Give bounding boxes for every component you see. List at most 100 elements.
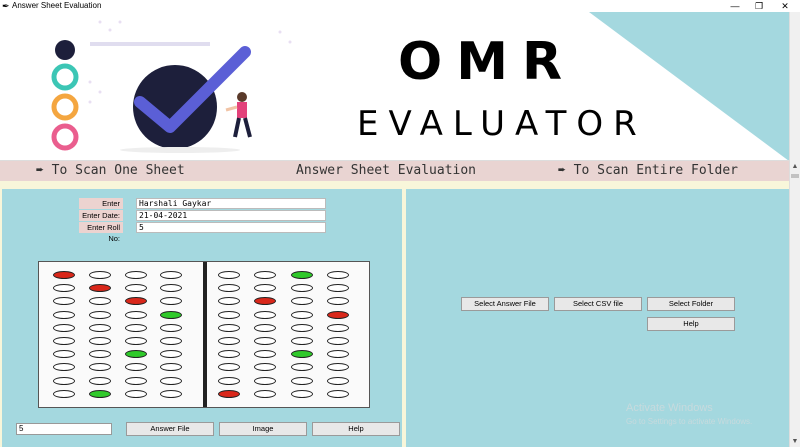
- omr-bubble-right-q4-opt1: [218, 310, 240, 319]
- omr-bubble-left-q2-opt2: [89, 284, 111, 293]
- omr-bubble-left-q10-opt4: [160, 389, 182, 398]
- omr-bubble-left-q9-opt1: [53, 376, 75, 385]
- omr-bubble-left-q3-opt1: [53, 297, 75, 306]
- omr-bubble-left-q6-opt2: [89, 337, 111, 345]
- help-button[interactable]: Help: [312, 422, 400, 436]
- watermark-line-2: Go to Settings to activate Windows.: [626, 417, 753, 426]
- omr-bubble-left-q3-opt3: [125, 297, 147, 306]
- close-button[interactable]: ✕: [774, 0, 796, 12]
- omr-bubble-left-q1-opt4: [160, 271, 182, 279]
- omr-bubble-right-q6-opt2: [254, 337, 276, 345]
- scroll-thumb[interactable]: [791, 174, 799, 178]
- omr-bubble-right-q6-opt4: [327, 337, 349, 345]
- select-csv-file-button[interactable]: Select CSV file: [554, 297, 642, 311]
- omr-bubble-right-q3-opt4: [327, 297, 349, 306]
- omr-bubble-right-q5-opt3: [291, 323, 313, 332]
- omr-bubble-right-q6-opt3: [291, 337, 313, 345]
- omr-bubble-right-q5-opt2: [254, 323, 276, 332]
- omr-bubble-right-q9-opt4: [327, 376, 349, 385]
- omr-bubble-right-q10-opt3: [291, 389, 313, 398]
- omr-bubble-right-q1-opt1: [218, 271, 240, 279]
- banner: OMR EVALUATOR: [0, 12, 789, 161]
- omr-bubble-left-q5-opt3: [125, 323, 147, 332]
- app-subtitle: EVALUATOR: [357, 104, 647, 144]
- omr-bubble-left-q3-opt2: [89, 297, 111, 306]
- answer-sheet-evaluation-heading: Answer Sheet Evaluation: [296, 163, 477, 178]
- omr-bubble-left-q8-opt4: [160, 363, 182, 372]
- omr-bubble-left-q4-opt2: [89, 310, 111, 319]
- scroll-up-arrow-icon[interactable]: ▲: [790, 162, 800, 172]
- app-feather-icon: ✒: [2, 1, 10, 11]
- omr-bubble-right-q2-opt3: [291, 284, 313, 293]
- nav-strip: ➨ To Scan One Sheet Answer Sheet Evaluat…: [0, 161, 789, 181]
- omr-bubble-right-q7-opt1: [218, 350, 240, 359]
- title-bar: ✒ Answer Sheet Evaluation — ❐ ✕: [0, 0, 800, 12]
- select-answer-file-button[interactable]: Select Answer File: [461, 297, 549, 311]
- omr-bubble-right-q10-opt2: [254, 389, 276, 398]
- checkmark-illustration: [51, 20, 292, 153]
- omr-bubble-right-q4-opt4: [327, 310, 349, 319]
- omr-bubble-right-q1-opt3: [291, 271, 313, 279]
- omr-bubble-left-q1-opt3: [125, 271, 147, 279]
- vertical-scrollbar[interactable]: ▲ ▼: [789, 12, 800, 447]
- watermark-line-1: Activate Windows: [626, 402, 713, 414]
- omr-bubble-right-q5-opt4: [327, 323, 349, 332]
- omr-bubble-left-q10-opt2: [89, 389, 111, 398]
- omr-bubble-right-q3-opt2: [254, 297, 276, 306]
- omr-bubble-right-q1-opt4: [327, 271, 349, 279]
- omr-bubble-left-q4-opt4: [160, 310, 182, 319]
- omr-bubble-right-q4-opt3: [291, 310, 313, 319]
- omr-bubble-right-q9-opt2: [254, 376, 276, 385]
- roll-no-input[interactable]: 5: [136, 222, 326, 233]
- omr-bubble-left-q7-opt2: [89, 350, 111, 359]
- omr-bubble-right-q6-opt1: [218, 337, 240, 345]
- scan-one-sheet-panel: Enter Name: Harshali Gaykar Enter Date: …: [2, 189, 402, 447]
- answer-file-button[interactable]: Answer File: [126, 422, 214, 436]
- omr-bubble-left-q8-opt3: [125, 363, 147, 372]
- minimize-button[interactable]: —: [724, 0, 746, 12]
- restore-button[interactable]: ❐: [748, 0, 770, 12]
- omr-bubble-right-q1-opt2: [254, 271, 276, 279]
- omr-bubble-right-q7-opt2: [254, 350, 276, 359]
- omr-bubble-left-q1-opt1: [53, 271, 75, 279]
- omr-bubble-left-q9-opt4: [160, 376, 182, 385]
- omr-bubble-right-q8-opt1: [218, 363, 240, 372]
- omr-bubble-right-q7-opt3: [291, 350, 313, 359]
- roll-no-label: Enter Roll No:: [79, 222, 123, 243]
- omr-bubble-left-q5-opt2: [89, 323, 111, 332]
- result-count-field[interactable]: 5: [16, 423, 112, 435]
- date-input[interactable]: 21-04-2021: [136, 210, 326, 221]
- omr-bubble-right-q10-opt4: [327, 389, 349, 398]
- omr-bubble-left-q1-opt2: [89, 271, 111, 279]
- app-title: OMR: [398, 32, 576, 92]
- omr-bubble-right-q3-opt1: [218, 297, 240, 306]
- omr-bubble-left-q5-opt4: [160, 323, 182, 332]
- right-help-button[interactable]: Help: [647, 317, 735, 331]
- image-button[interactable]: Image: [219, 422, 307, 436]
- omr-bubble-right-q8-opt3: [291, 363, 313, 372]
- omr-bubble-left-q9-opt2: [89, 376, 111, 385]
- omr-bubble-left-q6-opt3: [125, 337, 147, 345]
- omr-bubble-left-q9-opt3: [125, 376, 147, 385]
- omr-bubble-right-q3-opt3: [291, 297, 313, 306]
- name-label: Enter Name:: [79, 198, 123, 219]
- select-folder-button[interactable]: Select Folder: [647, 297, 735, 311]
- omr-bubble-right-q5-opt1: [218, 323, 240, 332]
- omr-bubble-left-q2-opt1: [53, 284, 75, 293]
- omr-bubble-left-q2-opt4: [160, 284, 182, 293]
- scan-one-sheet-label: ➨ To Scan One Sheet: [36, 163, 185, 178]
- scroll-down-arrow-icon[interactable]: ▼: [790, 437, 800, 447]
- omr-sheet-image: [38, 261, 370, 408]
- omr-bubble-left-q10-opt1: [53, 389, 75, 398]
- omr-bubble-right-q9-opt3: [291, 376, 313, 385]
- omr-bubble-left-q8-opt1: [53, 363, 75, 372]
- omr-bubble-right-q7-opt4: [327, 350, 349, 359]
- omr-bubble-right-q8-opt2: [254, 363, 276, 372]
- omr-bubble-right-q10-opt1: [218, 389, 240, 398]
- omr-bubble-right-q9-opt1: [218, 376, 240, 385]
- date-label: Enter Date:: [79, 210, 123, 221]
- name-input[interactable]: Harshali Gaykar: [136, 198, 326, 209]
- omr-bubble-left-q6-opt1: [53, 337, 75, 345]
- omr-bubble-right-q2-opt4: [327, 284, 349, 293]
- omr-column-divider: [203, 262, 207, 407]
